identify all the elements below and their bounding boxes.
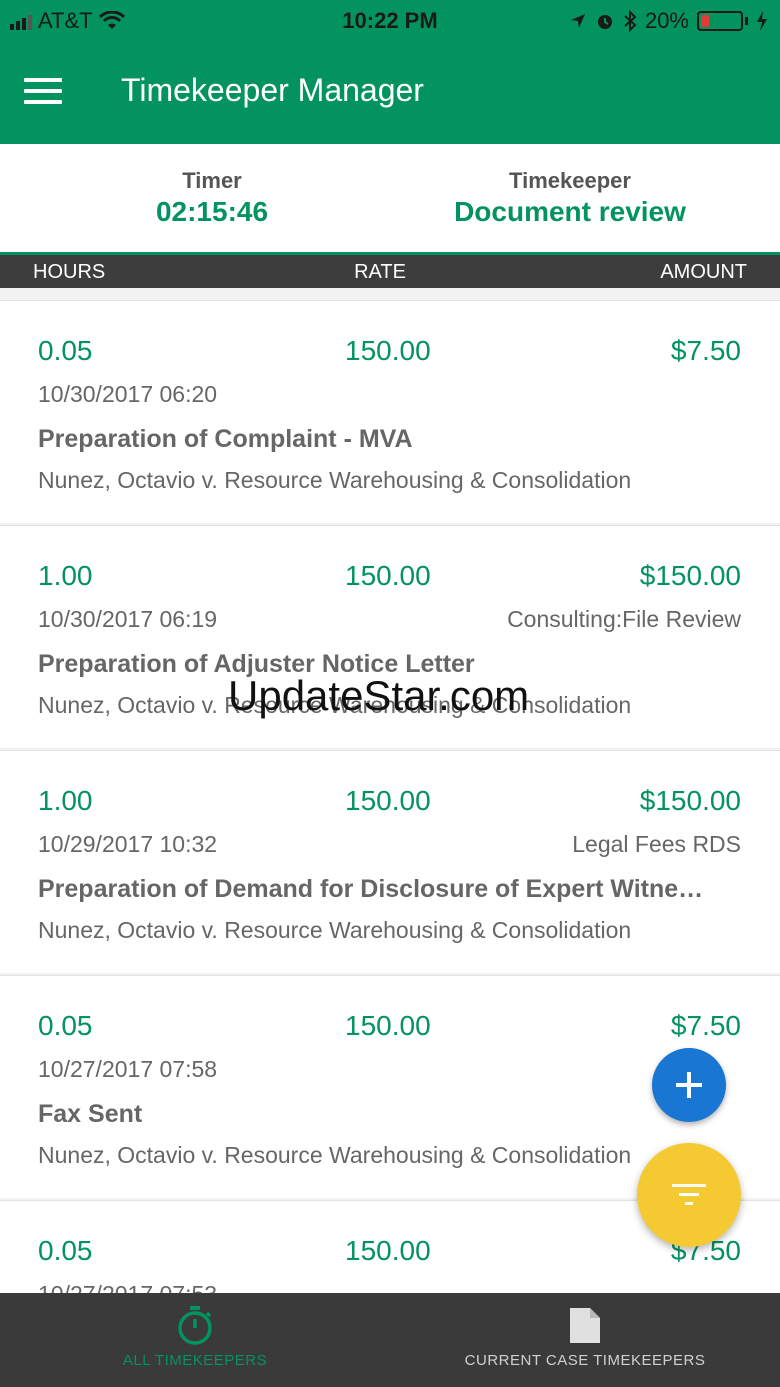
timekeeper-value: Document review bbox=[454, 196, 686, 227]
entry-date: 10/30/2017 06:19 bbox=[38, 606, 218, 632]
add-button[interactable] bbox=[652, 1048, 726, 1122]
timekeeper-label: Timekeeper bbox=[509, 168, 631, 193]
battery-percent: 20% bbox=[644, 8, 689, 33]
tab-current-case-label: CURRENT CASE TIMEKEEPERS bbox=[464, 1352, 706, 1369]
entry-case: Nunez, Octavio v. Resource Warehousing &… bbox=[38, 1142, 632, 1168]
location-icon bbox=[570, 14, 585, 28]
tab-all-timekeepers[interactable]: ALL TIMEKEEPERS bbox=[0, 1293, 390, 1387]
alarm-icon bbox=[597, 15, 612, 29]
bottom-nav: ALL TIMEKEEPERS CURRENT CASE TIMEKEEPERS bbox=[0, 1293, 780, 1387]
entry-date: 10/29/2017 10:32 bbox=[38, 831, 218, 857]
filter-icon bbox=[672, 1184, 706, 1205]
timekeeper-list[interactable]: 0.05 150.00 $7.50 10/30/2017 06:20 Prepa… bbox=[0, 288, 780, 1293]
entry-rate: 150.00 bbox=[345, 1235, 431, 1266]
timer-section[interactable]: Timer 02:15:46 bbox=[112, 168, 312, 228]
entry-date: 10/30/2017 06:20 bbox=[38, 381, 218, 407]
status-bar: AT&T 10:22 PM 20% bbox=[0, 0, 780, 40]
charging-icon bbox=[757, 11, 767, 31]
entry-amount: $7.50 bbox=[670, 335, 741, 366]
entry-date: 10/27/2017 07:53 bbox=[38, 1281, 217, 1293]
list-item[interactable]: 0.05 150.00 $7.50 10/30/2017 06:20 Prepa… bbox=[0, 300, 780, 523]
entry-category: Legal Fees RDS bbox=[572, 831, 741, 857]
entry-case: Nunez, Octavio v. Resource Warehousing &… bbox=[38, 917, 632, 943]
entry-hours: 1.00 bbox=[38, 560, 93, 591]
column-header: HOURS RATE AMOUNT bbox=[0, 252, 780, 288]
document-icon bbox=[570, 1308, 600, 1343]
bluetooth-icon bbox=[624, 10, 637, 32]
tab-all-timekeepers-label: ALL TIMEKEEPERS bbox=[122, 1352, 268, 1369]
watermark: UpdateStar.com bbox=[228, 672, 530, 719]
timer-panel: Timer 02:15:46 Timekeeper Document revie… bbox=[0, 144, 780, 252]
rate-header: RATE bbox=[354, 261, 406, 283]
entry-hours: 0.05 bbox=[38, 1235, 93, 1266]
entry-description: Preparation of Demand for Disclosure of … bbox=[38, 875, 704, 903]
entry-description: Fax Sent bbox=[38, 1100, 143, 1128]
entry-rate: 150.00 bbox=[345, 785, 431, 816]
entry-category: Consulting:File Review bbox=[507, 606, 741, 632]
app-title: Timekeeper Manager bbox=[121, 72, 424, 108]
entry-rate: 150.00 bbox=[345, 560, 431, 591]
entry-date: 10/27/2017 07:58 bbox=[38, 1056, 218, 1082]
entry-amount: $7.50 bbox=[670, 1010, 741, 1041]
entry-case: Nunez, Octavio v. Resource Warehousing &… bbox=[38, 467, 632, 493]
plus-icon bbox=[676, 1072, 702, 1098]
battery-icon bbox=[697, 11, 743, 31]
stopwatch-icon bbox=[178, 1306, 212, 1345]
filter-button[interactable] bbox=[637, 1143, 741, 1247]
entry-amount: $150.00 bbox=[639, 785, 741, 816]
entry-rate: 150.00 bbox=[345, 1010, 431, 1041]
amount-header: AMOUNT bbox=[660, 261, 747, 283]
entry-description: Preparation of Complaint - MVA bbox=[38, 425, 413, 453]
entry-amount: $150.00 bbox=[639, 560, 741, 591]
app-bar: Timekeeper Manager bbox=[0, 40, 780, 144]
timer-label: Timer bbox=[182, 168, 242, 193]
entry-rate: 150.00 bbox=[345, 335, 431, 366]
menu-icon[interactable] bbox=[24, 78, 64, 108]
entry-hours: 0.05 bbox=[38, 335, 93, 366]
list-item[interactable]: 1.00 150.00 $150.00 10/29/2017 10:32 Leg… bbox=[0, 750, 780, 973]
entry-hours: 1.00 bbox=[38, 785, 93, 816]
timer-value: 02:15:46 bbox=[155, 196, 269, 227]
entry-hours: 0.05 bbox=[38, 1010, 93, 1041]
tab-current-case-timekeepers[interactable]: CURRENT CASE TIMEKEEPERS bbox=[390, 1293, 780, 1387]
timekeeper-section[interactable]: Timekeeper Document review bbox=[420, 168, 720, 228]
